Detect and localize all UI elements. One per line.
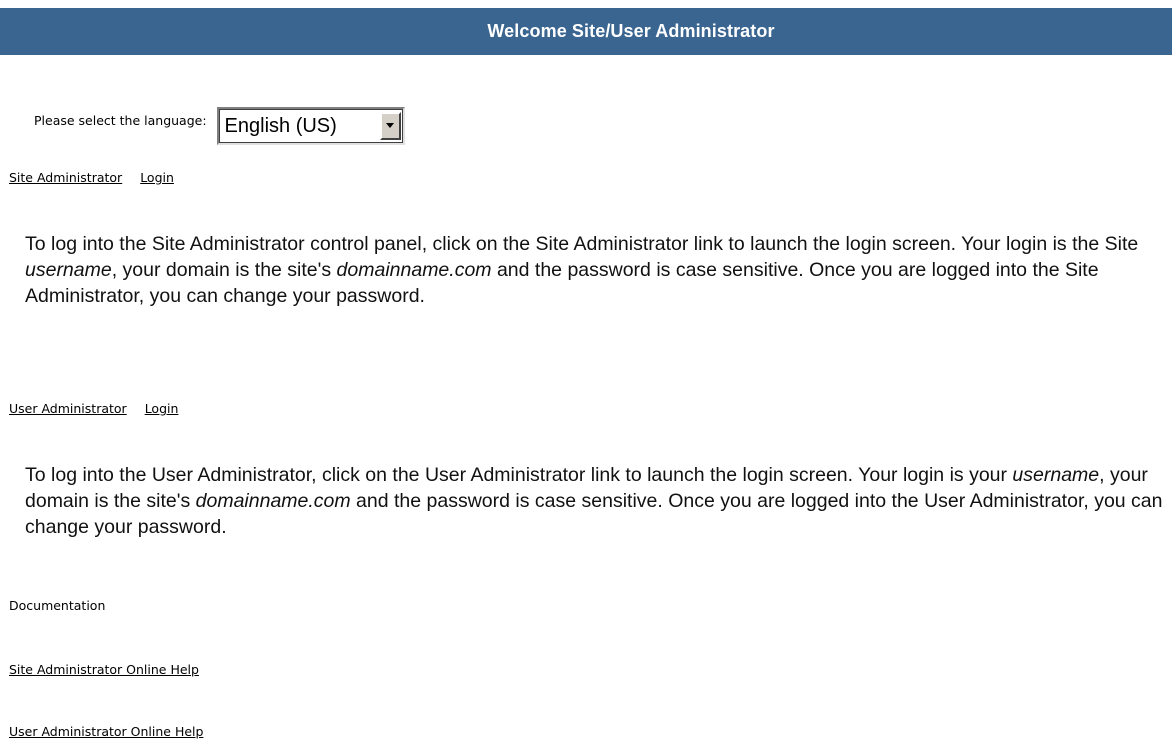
site-admin-desc-em-2: domainname.com — [336, 259, 492, 281]
site-admin-help-link[interactable]: Site Administrator Online Help — [9, 662, 199, 677]
user-admin-help-link[interactable]: User Administrator Online Help — [9, 724, 203, 739]
user-admin-desc-text-1: To log into the User Administrator, clic… — [25, 464, 1013, 486]
header-bar: Welcome Site/User Administrator — [0, 8, 1172, 55]
site-admin-desc-text-1: To log into the Site Administrator contr… — [25, 233, 1139, 255]
site-admin-login-link[interactable]: Login — [140, 170, 174, 185]
site-admin-links: Site Administrator Login — [9, 170, 174, 185]
language-selected-value: English (US) — [224, 114, 337, 137]
user-admin-link[interactable]: User Administrator — [9, 401, 127, 416]
user-admin-desc-em-1: username — [1012, 464, 1100, 486]
site-admin-link[interactable]: Site Administrator — [9, 170, 122, 185]
user-admin-login-link[interactable]: Login — [145, 401, 179, 416]
user-help-row: User Administrator Online Help — [9, 724, 203, 739]
page: Welcome Site/User Administrator Please s… — [0, 0, 1172, 749]
language-row: Please select the language: English (US) — [34, 107, 405, 145]
user-admin-description: To log into the User Administrator, clic… — [25, 462, 1165, 540]
page-title: Welcome Site/User Administrator — [487, 21, 775, 41]
language-label: Please select the language: — [34, 112, 207, 128]
user-admin-desc-em-2: domainname.com — [195, 490, 351, 512]
site-admin-description: To log into the Site Administrator contr… — [25, 231, 1165, 309]
documentation-heading: Documentation — [9, 598, 106, 613]
site-admin-desc-em-1: username — [25, 259, 112, 281]
dropdown-button[interactable] — [379, 112, 401, 140]
triangle-down-icon — [386, 123, 395, 128]
user-admin-links: User Administrator Login — [9, 401, 178, 416]
site-help-row: Site Administrator Online Help — [9, 662, 199, 677]
site-admin-desc-text-2: , your domain is the site's — [111, 259, 337, 281]
language-select[interactable]: English (US) — [216, 107, 405, 145]
